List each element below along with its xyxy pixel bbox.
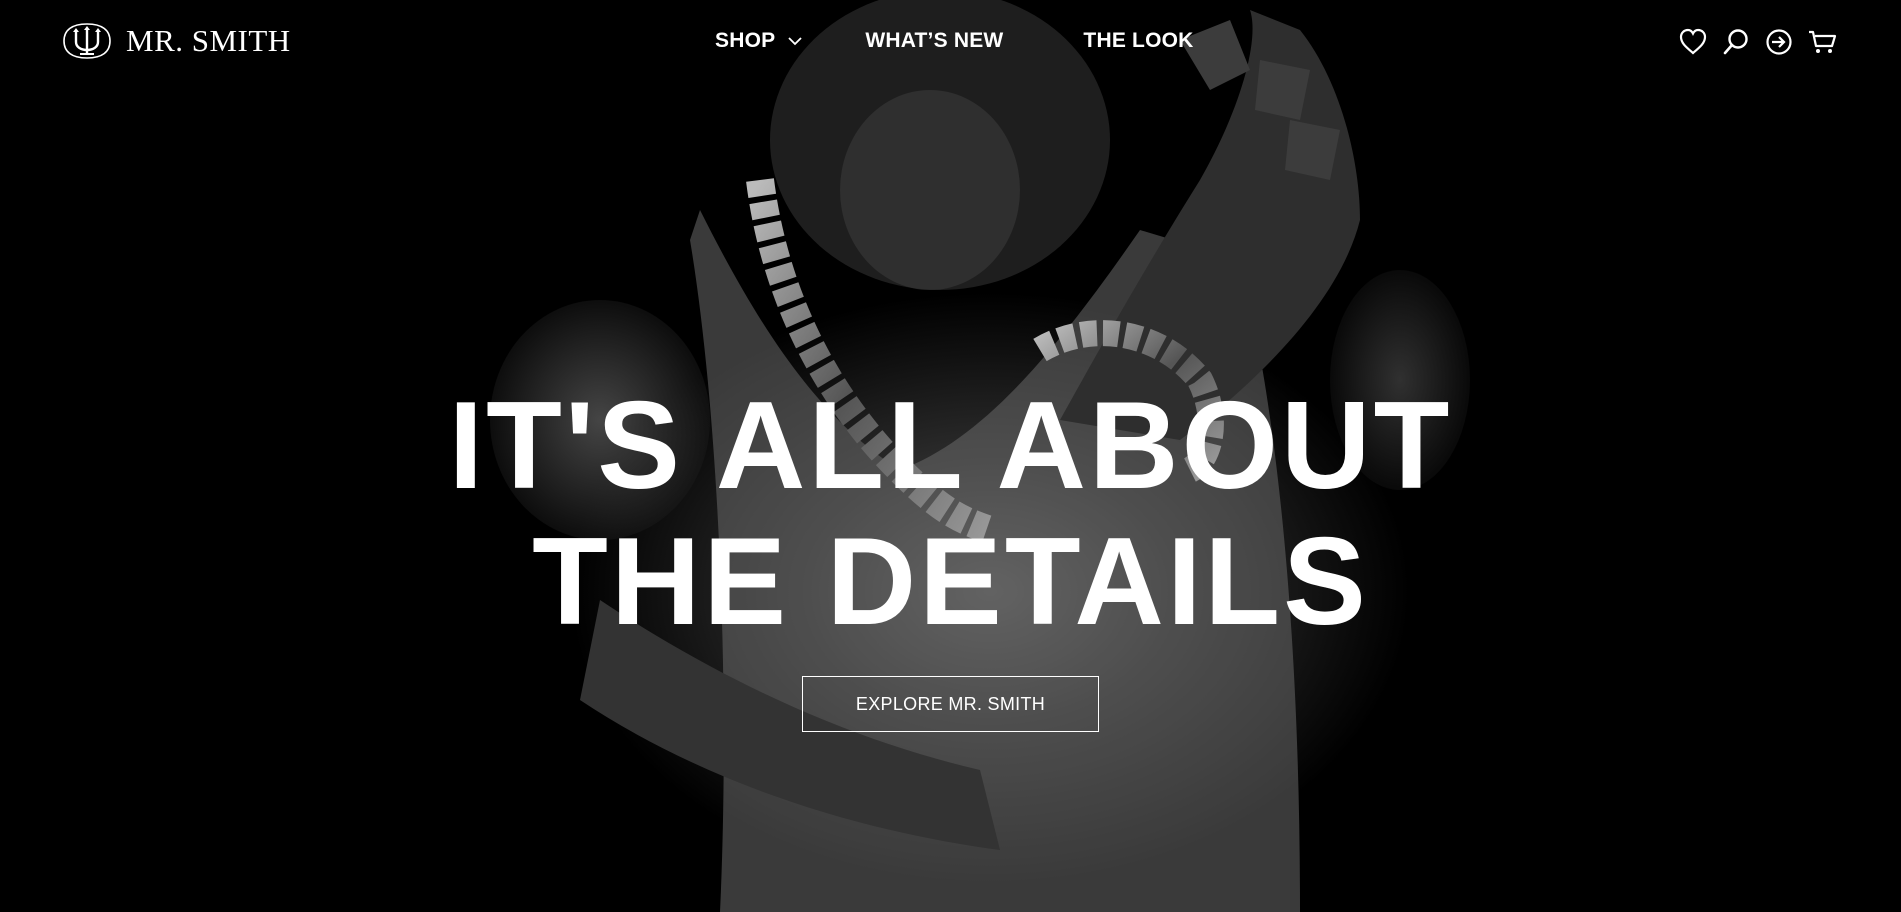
nav-shop[interactable]: SHOP [715, 29, 803, 53]
wishlist-button[interactable] [1678, 26, 1708, 58]
search-icon [1723, 29, 1748, 55]
nav-shop-label: SHOP [715, 29, 776, 52]
cart-icon [1809, 30, 1837, 53]
nav-whats-new[interactable]: WHAT’S NEW [865, 29, 1003, 53]
trident-crest-icon [63, 23, 111, 59]
sign-in-button[interactable] [1764, 26, 1794, 58]
nav-whats-new-label: WHAT’S NEW [865, 29, 1004, 52]
heart-icon [1679, 28, 1707, 55]
brand-name: MR. SMITH [126, 23, 291, 58]
site-header: MR. SMITH SHOP WHAT’S NEW THE LOOK [0, 0, 1901, 82]
search-button[interactable] [1721, 26, 1751, 58]
nav-the-look[interactable]: THE LOOK [1083, 29, 1193, 53]
cart-button[interactable] [1807, 26, 1837, 58]
hero-headline: IT'S ALL ABOUT THE DETAILS [0, 378, 1901, 650]
header-icons [1678, 24, 1837, 60]
headline-line-2: THE DETAILS [532, 513, 1369, 651]
headline-line-1: IT'S ALL ABOUT [448, 377, 1453, 515]
main-nav: SHOP WHAT’S NEW THE LOOK [715, 26, 1194, 56]
nav-the-look-label: THE LOOK [1083, 29, 1194, 52]
explore-button[interactable]: EXPLORE MR. SMITH [802, 676, 1099, 732]
sign-in-icon [1766, 29, 1792, 55]
brand-logo[interactable]: MR. SMITH [58, 20, 291, 62]
chevron-down-icon [788, 37, 802, 46]
